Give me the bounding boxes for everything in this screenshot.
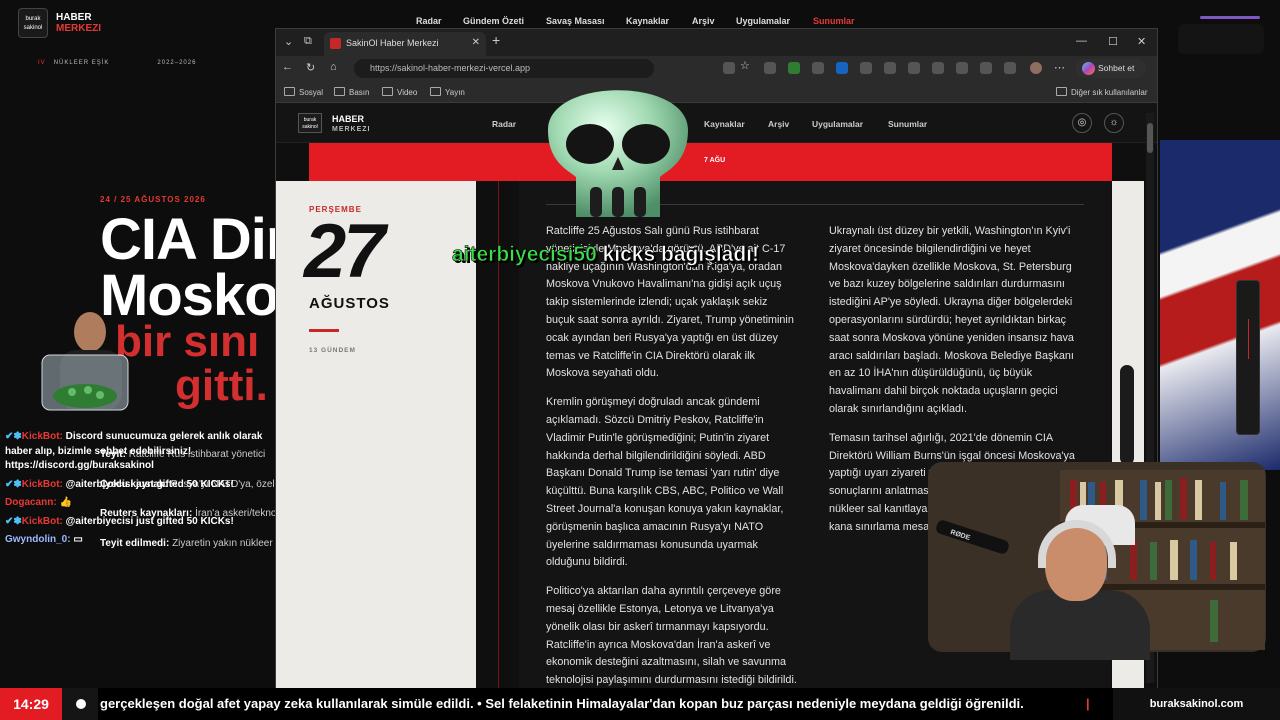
topic-count: 13 GÜNDEM: [309, 347, 356, 354]
paragraph: Ukraynalı üst düzey bir yetkili, Washing…: [829, 225, 1074, 415]
month-name: AĞUSTOS: [309, 295, 390, 312]
site-brand: HABER MERKEZI: [332, 114, 371, 134]
workspaces-icon[interactable]: ⧉: [304, 35, 312, 48]
chat-message: ✔✽KickBot: @aiterbiyecisi just gifted 50…: [5, 515, 234, 527]
extension-icon[interactable]: [764, 62, 776, 74]
tab-close-icon[interactable]: ✕: [472, 37, 480, 48]
bookmark-folder[interactable]: Yayın: [430, 87, 465, 97]
ticker-text: gerçekleşen doğal afet yapay zeka kullan…: [100, 696, 1024, 711]
collections-icon[interactable]: [1004, 62, 1016, 74]
paragraph: Kremlin görüşmeyi doğruladı ancak gündem…: [546, 396, 784, 569]
bg-nav-kaynaklar[interactable]: Kaynaklar: [626, 16, 669, 26]
ticker-separator: |: [1086, 696, 1090, 711]
tab-menu-icon[interactable]: ⌄: [284, 35, 293, 48]
bookmark-folder[interactable]: Sosyal: [284, 87, 323, 97]
rt-side-panel: [1236, 280, 1260, 435]
target-icon[interactable]: ◎: [1072, 113, 1092, 133]
tab-favicon-icon: [330, 38, 341, 49]
close-window-icon[interactable]: ✕: [1137, 35, 1146, 48]
split-screen-icon[interactable]: [932, 62, 944, 74]
site-nav-sunumlar[interactable]: Sunumlar: [888, 119, 927, 129]
site-logo[interactable]: burak sakinol: [298, 113, 322, 133]
favorite-star-icon[interactable]: ☆: [740, 59, 752, 72]
bg-tagline: IV NÜKLEER EŞİK 2022–2026: [38, 60, 197, 66]
extension-icon[interactable]: [812, 62, 824, 74]
site-nav-uygulamalar[interactable]: Uygulamalar: [812, 119, 863, 129]
ticker-clock: 14:29: [0, 688, 62, 720]
bookmark-folder[interactable]: Basın: [334, 87, 369, 97]
date-panel: PERŞEMBE 27 AĞUSTOS 13 GÜNDEM: [276, 181, 476, 689]
bg-nav-uygulamalar[interactable]: Uygulamalar: [736, 16, 790, 26]
chat-message: ✔✽KickBot: Discord sunucumuza gelerek an…: [5, 431, 263, 471]
bg-nav-savas[interactable]: Savaş Masası: [546, 16, 605, 26]
article-column-left: Ratcliffe 25 Ağustos Salı günü Rus istih…: [546, 223, 798, 689]
more-menu-icon[interactable]: ⋯: [1054, 61, 1065, 74]
chat-message: Gwyndolin_0: ▭: [5, 534, 83, 545]
browser-essentials-icon[interactable]: [980, 62, 992, 74]
stream-chat: ✔✽KickBot: Discord sunucumuza gelerek an…: [5, 430, 275, 552]
rt-progress-bar: [1200, 16, 1260, 19]
bookmarks-bar: Sosyal Basın Video Yayın Diğer sık kulla…: [276, 81, 1157, 103]
tab-bar: ⌄ ⧉ SakinOl Haber Merkezi ✕ + — ☐ ✕: [276, 29, 1157, 56]
ticker-site: buraksakinol.com: [1113, 688, 1280, 720]
site-header: burak sakinol HABER MERKEZI Radar Kaynakl…: [276, 103, 1157, 143]
other-bookmarks[interactable]: Diğer sık kullanılanlar: [1056, 87, 1147, 97]
rt-card: [1178, 24, 1264, 54]
bg-brand: HABER MERKEZI: [56, 12, 101, 34]
day-number: 27: [304, 209, 386, 294]
timeline-dots[interactable]: [1120, 365, 1134, 465]
extension-icon[interactable]: [884, 62, 896, 74]
copilot-chat-button[interactable]: Sohbet et: [1076, 59, 1146, 78]
new-tab-icon[interactable]: +: [492, 32, 500, 48]
bg-logo: burak sakinol: [18, 8, 48, 38]
chat-message: Dogacann: 👍: [5, 497, 72, 508]
paragraph: Politico'ya aktarılan daha ayrıntılı çer…: [546, 585, 797, 687]
reader-icon[interactable]: [723, 62, 735, 74]
minimize-icon[interactable]: —: [1076, 35, 1087, 47]
extensions-icon[interactable]: [908, 62, 920, 74]
profile-avatar[interactable]: [1030, 62, 1042, 74]
bookmark-folder[interactable]: Video: [382, 87, 417, 97]
site-nav-kaynaklar[interactable]: Kaynaklar: [704, 119, 745, 129]
accent-bar: [309, 329, 339, 332]
site-nav-radar[interactable]: Radar: [492, 119, 516, 129]
theme-toggle-icon[interactable]: ☼: [1104, 113, 1124, 133]
bg-nav-radar[interactable]: Radar: [416, 16, 442, 26]
bg-flag-image: [1160, 140, 1280, 470]
bg-nav-gundem[interactable]: Gündem Özeti: [463, 16, 524, 26]
bg-nav-sunumlar[interactable]: Sunumlar: [813, 16, 855, 26]
maximize-icon[interactable]: ☐: [1108, 35, 1118, 48]
site-nav-arsiv[interactable]: Arşiv: [768, 119, 789, 129]
back-icon[interactable]: ←: [282, 61, 293, 73]
streamer-small-cam: [41, 312, 129, 411]
skull-alert-icon: [548, 90, 688, 217]
address-bar: ← ↻ ⌂ https://sakinol-haber-merkezi-verc…: [276, 56, 1157, 81]
copilot-icon: [1082, 62, 1095, 75]
donation-alert: aiterbiyecisi50 kicks bağışladı!: [452, 243, 760, 267]
bg-nav-arsiv[interactable]: Arşiv: [692, 16, 715, 26]
extension-icon[interactable]: [860, 62, 872, 74]
date-strip: 7 AĞU: [309, 143, 1112, 181]
home-icon[interactable]: ⌂: [330, 61, 337, 73]
tab-sakinol[interactable]: SakinOl Haber Merkezi ✕: [324, 32, 486, 56]
live-indicator-icon: [62, 688, 98, 720]
chat-message: ✔✽KickBot: @aiterbiyecisi just gifted 50…: [5, 478, 234, 490]
favorites-icon[interactable]: [956, 62, 968, 74]
reload-icon[interactable]: ↻: [306, 61, 315, 74]
bg-date: 24 / 25 AĞUSTOS 2026: [100, 195, 206, 204]
extension-icon[interactable]: [836, 62, 848, 74]
extension-icon[interactable]: [788, 62, 800, 74]
